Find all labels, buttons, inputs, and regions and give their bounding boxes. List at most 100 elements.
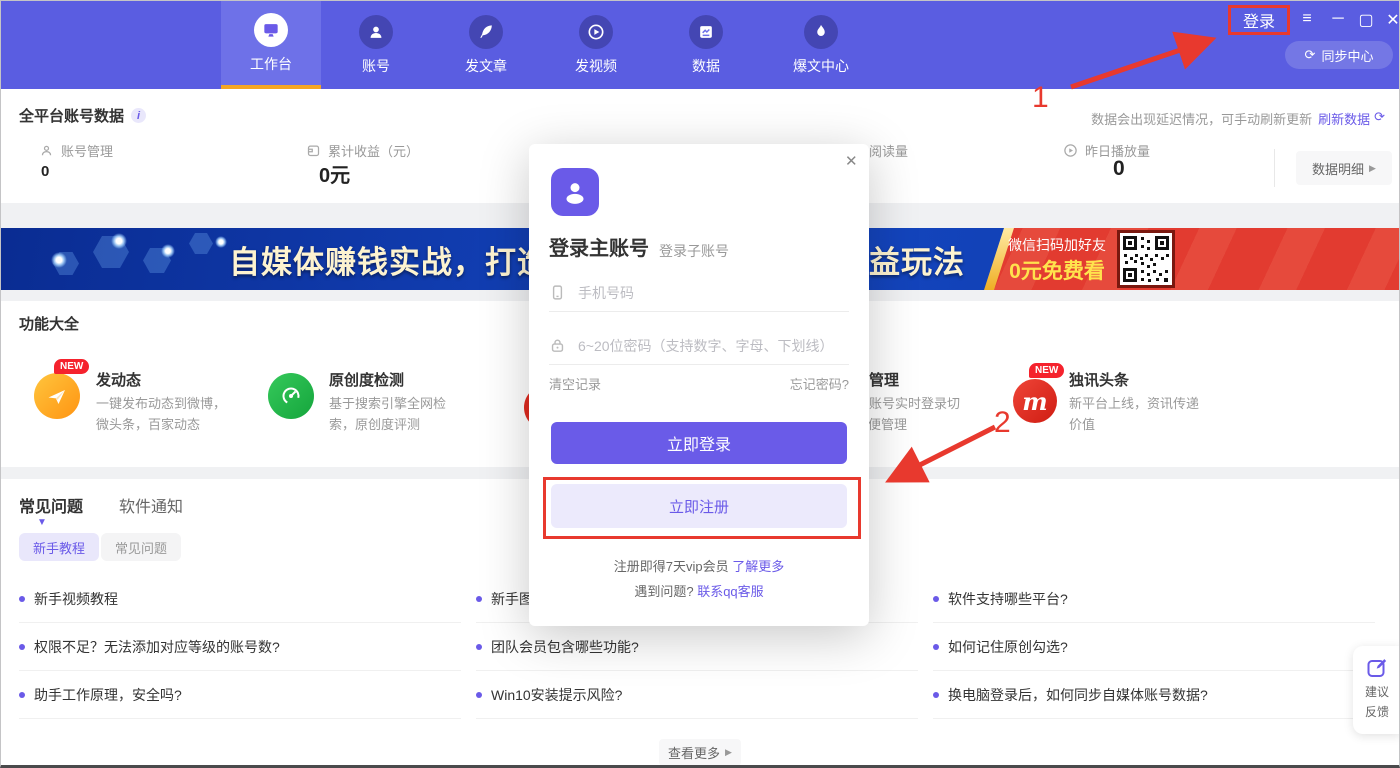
forgot-password-link[interactable]: 忘记密码? <box>790 374 849 393</box>
refresh-label: 刷新数据 <box>1318 109 1370 128</box>
features-title: 功能大全 <box>19 313 79 334</box>
register-now-button[interactable]: 立即注册 <box>551 484 847 528</box>
tab-label: 发文章 <box>465 56 507 76</box>
paper-plane-icon <box>45 384 69 408</box>
tab-accounts[interactable]: 账号 <box>321 1 431 89</box>
view-more-label: 查看更多 <box>668 743 720 762</box>
hamburger-menu-icon[interactable]: ≡ <box>1296 10 1318 28</box>
caret-down-icon: ▼ <box>37 517 47 528</box>
vip-note: 注册即得7天vip会员 了解更多 <box>529 556 869 575</box>
feature-title[interactable]: 独讯头条 <box>1069 369 1129 390</box>
glow-dot <box>215 236 227 248</box>
faq-item[interactable]: 软件支持哪些平台? <box>933 575 1375 623</box>
faq-item[interactable]: 团队会员包含哪些功能? <box>476 623 918 671</box>
bullet-icon <box>933 644 939 650</box>
faq-item[interactable]: 权限不足？无法添加对应等级的账号数? <box>19 623 461 671</box>
feature-title-fragment[interactable]: 管理 <box>869 369 899 390</box>
originality-check-icon[interactable] <box>268 373 314 419</box>
new-badge: NEW <box>1029 363 1064 378</box>
phone-field <box>549 274 849 312</box>
stat-accounts-value: 0 <box>41 163 49 180</box>
refresh-data-link[interactable]: 刷新数据 ⟳ <box>1318 109 1385 128</box>
feature-desc: 微头条，百家动态 <box>96 414 200 433</box>
feature-desc: 索，原创度评测 <box>329 414 420 433</box>
chart-icon <box>689 15 723 49</box>
glow-dot <box>111 233 127 249</box>
faq-item-text: 新手视频教程 <box>34 589 118 609</box>
faq-item[interactable]: 助手工作原理，安全吗? <box>19 671 461 719</box>
feather-icon <box>469 15 503 49</box>
feature-title[interactable]: 发动态 <box>96 369 141 390</box>
delay-notice-text: 数据会出现延迟情况，可手动刷新更新 <box>1091 109 1312 128</box>
faq-column-1: 新手视频教程 权限不足？无法添加对应等级的账号数? 助手工作原理，安全吗? <box>19 575 461 719</box>
stat-accounts-label: 账号管理 <box>39 141 113 160</box>
faq-column-3: 软件支持哪些平台? 如何记住原创勾选? 换电脑登录后，如何同步自媒体账号数据? <box>933 575 1375 719</box>
faq-item[interactable]: 新手视频教程 <box>19 575 461 623</box>
close-window-icon[interactable]: ✕ <box>1382 10 1400 30</box>
pill-beginner-tutorial[interactable]: 新手教程 <box>19 533 99 561</box>
tab-workbench[interactable]: 工作台 <box>221 1 321 89</box>
faq-item-text: 软件支持哪些平台? <box>948 589 1068 609</box>
qr-code <box>1117 230 1175 288</box>
bullet-icon <box>19 596 25 602</box>
bullet-icon <box>933 596 939 602</box>
tab-software-notice[interactable]: 软件通知 <box>119 493 183 517</box>
bullet-icon <box>476 692 482 698</box>
minimize-icon[interactable]: ─ <box>1327 10 1349 28</box>
feedback-widget[interactable]: 建议 反馈 <box>1353 646 1400 734</box>
delay-notice: 数据会出现延迟情况，可手动刷新更新 刷新数据 ⟳ <box>1091 109 1385 128</box>
tab-data[interactable]: 数据 <box>651 1 761 89</box>
login-button[interactable]: 登录 <box>1228 5 1290 35</box>
arrow-right-icon: ▶ <box>725 747 732 758</box>
gauge-icon <box>279 384 303 408</box>
sync-center-button[interactable]: ⟳ 同步中心 <box>1285 41 1393 69</box>
data-detail-label: 数据明细 <box>1312 159 1364 178</box>
bullet-icon <box>476 644 482 650</box>
tab-publish-video[interactable]: 发视频 <box>541 1 651 89</box>
stat-label-text: 账号管理 <box>61 141 113 160</box>
faq-item[interactable]: Win10安装提示风险? <box>476 671 918 719</box>
feature-title[interactable]: 原创度检测 <box>329 369 404 390</box>
stat-label-text: 累计收益（元） <box>328 141 419 160</box>
promo-title: 微信扫码加好友 <box>1003 235 1111 255</box>
data-detail-button[interactable]: 数据明细 ▶ <box>1296 151 1392 185</box>
login-label: 登录 <box>1243 8 1275 32</box>
duxun-toutiao-icon[interactable]: m <box>1013 379 1057 423</box>
modal-close-icon[interactable]: ✕ <box>845 152 858 170</box>
feature-desc: 一键发布动态到微博， <box>96 393 226 412</box>
faq-item-text: 新手图 <box>491 589 533 609</box>
lock-icon <box>549 337 566 354</box>
sync-label: 同步中心 <box>1321 46 1373 65</box>
password-input[interactable] <box>578 338 849 354</box>
faq-item[interactable]: 换电脑登录后，如何同步自媒体账号数据? <box>933 671 1375 719</box>
feature-desc: 基于搜索引擎全网检 <box>329 393 446 412</box>
monitor-icon <box>254 13 288 47</box>
nav-tabs: 工作台 账号 发文章 发视频 <box>221 1 881 89</box>
stats-title: 全平台账号数据 i <box>19 105 146 126</box>
info-icon[interactable]: i <box>131 108 146 123</box>
contact-qq-link[interactable]: 联系qq客服 <box>697 584 763 599</box>
feature-desc: 新平台上线，资讯传递 <box>1069 393 1199 412</box>
faq-item-text: 如何记住原创勾选? <box>948 637 1068 657</box>
avatar <box>551 168 599 216</box>
tab-publish-article[interactable]: 发文章 <box>431 1 541 89</box>
tab-hot-articles[interactable]: 爆文中心 <box>761 1 881 89</box>
faq-item[interactable]: 如何记住原创勾选? <box>933 623 1375 671</box>
feature-desc: 价值 <box>1069 414 1095 433</box>
pill-common-questions[interactable]: 常见问题 <box>101 533 181 561</box>
stat-plays-value: 0 <box>1113 157 1125 181</box>
faq-item-text: 团队会员包含哪些功能? <box>491 637 639 657</box>
view-more-button[interactable]: 查看更多 ▶ <box>659 739 741 766</box>
person-icon <box>359 15 393 49</box>
new-badge: NEW <box>54 359 89 374</box>
learn-more-link[interactable]: 了解更多 <box>732 559 784 574</box>
clear-records-link[interactable]: 清空记录 <box>549 374 601 393</box>
maximize-icon[interactable]: ▢ <box>1355 10 1377 30</box>
phone-input[interactable] <box>578 285 849 301</box>
vip-note-text: 注册即得7天vip会员 <box>614 559 732 574</box>
post-update-icon[interactable] <box>34 373 80 419</box>
tab-faq[interactable]: 常见问题 <box>19 493 83 517</box>
login-now-button[interactable]: 立即登录 <box>551 422 847 464</box>
stat-label-text: 阅读量 <box>869 141 908 160</box>
sub-account-tab[interactable]: 登录子账号 <box>659 241 729 261</box>
